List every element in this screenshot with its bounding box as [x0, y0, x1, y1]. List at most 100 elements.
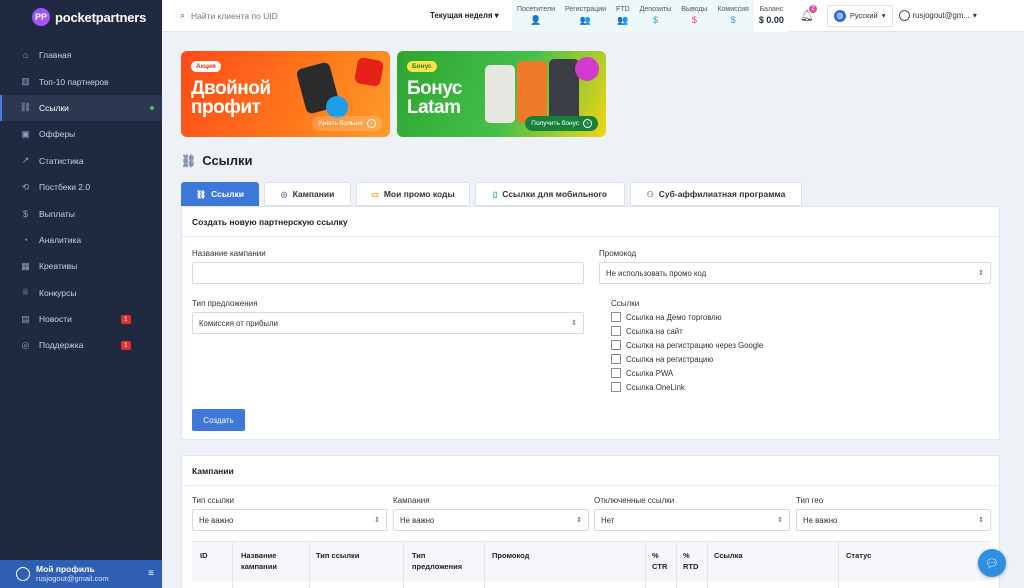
search-input[interactable]: ⌕ Найти клиента по UID	[162, 10, 430, 21]
get-bonus-button[interactable]: Получить бонус ›	[525, 116, 598, 131]
checkbox-site-link[interactable]: Ссылка на сайт	[611, 326, 683, 336]
support-badge: 1	[121, 340, 131, 350]
checkbox[interactable]	[611, 340, 621, 350]
analytics-icon: ◔	[22, 234, 29, 245]
dollar-icon: $	[730, 15, 736, 25]
checkbox-onelink[interactable]: Ссылка OneLink	[611, 382, 685, 392]
profile-block[interactable]: Мой профиль rusjogout@gmail.com ≡	[0, 560, 162, 588]
sidebar-item-payouts[interactable]: $ Выплаты	[0, 200, 162, 226]
campaigns-card: Кампании Тип ссылки Не важно ⇕ Кампания Н…	[181, 455, 1000, 588]
filter-disabled-select[interactable]: Нет ⇕	[594, 509, 790, 531]
col-campaign-name[interactable]: Название кампании	[241, 550, 301, 572]
tab-links[interactable]: ⛓ Ссылки	[181, 182, 259, 206]
promo-select[interactable]: Не использовать промо код ⇕	[599, 262, 991, 284]
campaign-name-input[interactable]	[192, 262, 584, 284]
col-status[interactable]: Статус	[846, 550, 871, 561]
brand-logo[interactable]: PP pocketpartners	[0, 0, 162, 34]
create-button[interactable]: Создать	[192, 409, 245, 431]
col-offer-type[interactable]: Тип предложения	[412, 550, 472, 572]
learn-more-button[interactable]: Узнать больше ›	[311, 116, 382, 131]
sidebar-item-support[interactable]: ◎ Поддержка 1	[0, 332, 162, 358]
postback-icon: ⟲	[21, 181, 30, 192]
col-promo[interactable]: Промокод	[492, 550, 529, 561]
campaign-name-label: Название кампании	[192, 249, 266, 258]
chevron-down-icon: ▾	[972, 11, 977, 20]
flower-graphic	[575, 57, 599, 81]
stat-label: FTD	[616, 5, 630, 13]
collapse-menu-icon[interactable]: ≡	[148, 568, 154, 579]
checkbox-label: Ссылка на Демо торговлю	[626, 312, 722, 322]
promo-banner-double-profit[interactable]: Акция Двойной профит Узнать больше ›	[181, 51, 390, 137]
tab-promo-codes[interactable]: ▭ Мои промо коды	[356, 182, 470, 206]
chat-icon: 💬︎	[985, 557, 999, 570]
chat-support-button[interactable]: 💬︎	[978, 549, 1006, 577]
col-link[interactable]: Ссылка	[714, 550, 743, 561]
sidebar-item-home[interactable]: ⌂ Главная	[0, 42, 162, 68]
tab-sub-affiliate[interactable]: ⚇ Суб-аффилиатная программа	[630, 182, 802, 206]
stat-deposits: Депозиты $	[634, 0, 677, 32]
link-icon: ⛓	[19, 102, 32, 113]
trophy-icon: ♕	[21, 287, 30, 298]
filter-disabled-label: Отключенные ссылки	[594, 496, 675, 505]
sidebar-item-news[interactable]: ▤ Новости 1	[0, 306, 162, 332]
tabs: ⛓ Ссылки ◎ Кампании ▭ Мои промо коды ▯ Ссылк…	[181, 182, 802, 206]
filter-link-type-select[interactable]: Не важно ⇕	[192, 509, 387, 531]
sidebar-item-label: Офферы	[39, 129, 76, 140]
sidebar-item-creatives[interactable]: ▦ Креативы	[0, 253, 162, 279]
checkbox-demo-link[interactable]: Ссылка на Демо торговлю	[611, 312, 722, 322]
stat-ftd: FTD 👥	[611, 0, 635, 32]
checkbox-pwa-link[interactable]: Ссылка PWA	[611, 368, 673, 378]
tab-campaigns[interactable]: ◎ Кампании	[264, 182, 351, 206]
filter-value: Не важно	[400, 515, 435, 525]
checkbox-google-reg-link[interactable]: Ссылка на регистрацию через Google	[611, 340, 763, 350]
col-link-type[interactable]: Тип ссылки	[316, 550, 359, 561]
dollar-icon: $	[652, 15, 658, 25]
stat-withdrawals: Выводы $	[676, 0, 713, 32]
sidebar-item-links[interactable]: ⛓ Ссылки	[0, 94, 162, 122]
stat-visitors: Посетители 👤	[512, 0, 560, 32]
profile-title: Мой профиль	[36, 564, 95, 574]
language-select[interactable]: ◍ Русский ▾	[826, 4, 893, 27]
sidebar-item-top10[interactable]: ▥ Топ-10 партнеров	[0, 68, 162, 94]
checkbox[interactable]	[611, 326, 621, 336]
filter-campaign-select[interactable]: Не важно ⇕	[393, 509, 589, 531]
search-icon: ⌕	[180, 10, 186, 20]
sidebar-item-postbacks[interactable]: ⟲ Постбеки 2.0	[0, 174, 162, 200]
checkbox[interactable]	[611, 368, 621, 378]
ticket-icon: ▭	[371, 189, 379, 199]
user-menu[interactable]: rusjogout@gm... ▾	[898, 10, 977, 21]
sidebar-item-statistics[interactable]: ↗ Статистика	[0, 148, 162, 174]
sidebar-item-label: Поддержка	[39, 340, 84, 351]
page-title: ⛓ Ссылки	[181, 153, 253, 168]
sidebar-item-offers[interactable]: ▣ Офферы	[0, 121, 162, 147]
news-icon: ▤	[21, 313, 30, 324]
offer-type-select[interactable]: Комиссия от прибыли ⇕	[192, 312, 584, 334]
period-select[interactable]: Текущая неделя ▾	[430, 11, 512, 20]
col-rtd[interactable]: % RTD	[683, 550, 701, 572]
banner-title: Бонус Latam	[407, 78, 462, 118]
promo-banner-latam-bonus[interactable]: Бонус Бонус Latam Получить бонус ›	[397, 51, 606, 137]
filter-geo-label: Тип гео	[796, 496, 824, 505]
filter-value: Не важно	[803, 515, 838, 525]
notification-badge: 2	[808, 5, 817, 13]
filter-geo-select[interactable]: Не важно ⇕	[796, 509, 991, 531]
sidebar-item-analytics[interactable]: ◔ Аналитика	[0, 227, 162, 253]
banner-title: Двойной профит	[191, 78, 271, 118]
tab-label: Ссылки для мобильного	[502, 189, 608, 199]
checkbox-reg-link[interactable]: Ссылка на регистрацию	[611, 354, 713, 364]
avatar-icon	[16, 567, 30, 581]
col-ctr[interactable]: % CTR	[652, 550, 670, 572]
tab-mobile-links[interactable]: ▯ Ссылки для мобильного	[475, 182, 625, 206]
checkbox[interactable]	[611, 354, 621, 364]
col-id[interactable]: ID	[200, 550, 208, 561]
stats-bar: Посетители 👤 Регистрации 👥 FTD 👥 Депозиты $ …	[512, 0, 789, 32]
checkbox[interactable]	[611, 382, 621, 392]
notifications-button[interactable]: 🔔︎ 2	[795, 5, 819, 22]
sidebar-item-contests[interactable]: ♕ Конкурсы	[0, 280, 162, 306]
checkbox[interactable]	[611, 312, 621, 322]
support-icon: ◎	[21, 339, 30, 350]
phone-graphic	[517, 61, 547, 123]
sidebar-item-label: Новости	[39, 314, 72, 325]
filter-value: Не важно	[199, 515, 234, 525]
column-divider	[232, 542, 233, 588]
